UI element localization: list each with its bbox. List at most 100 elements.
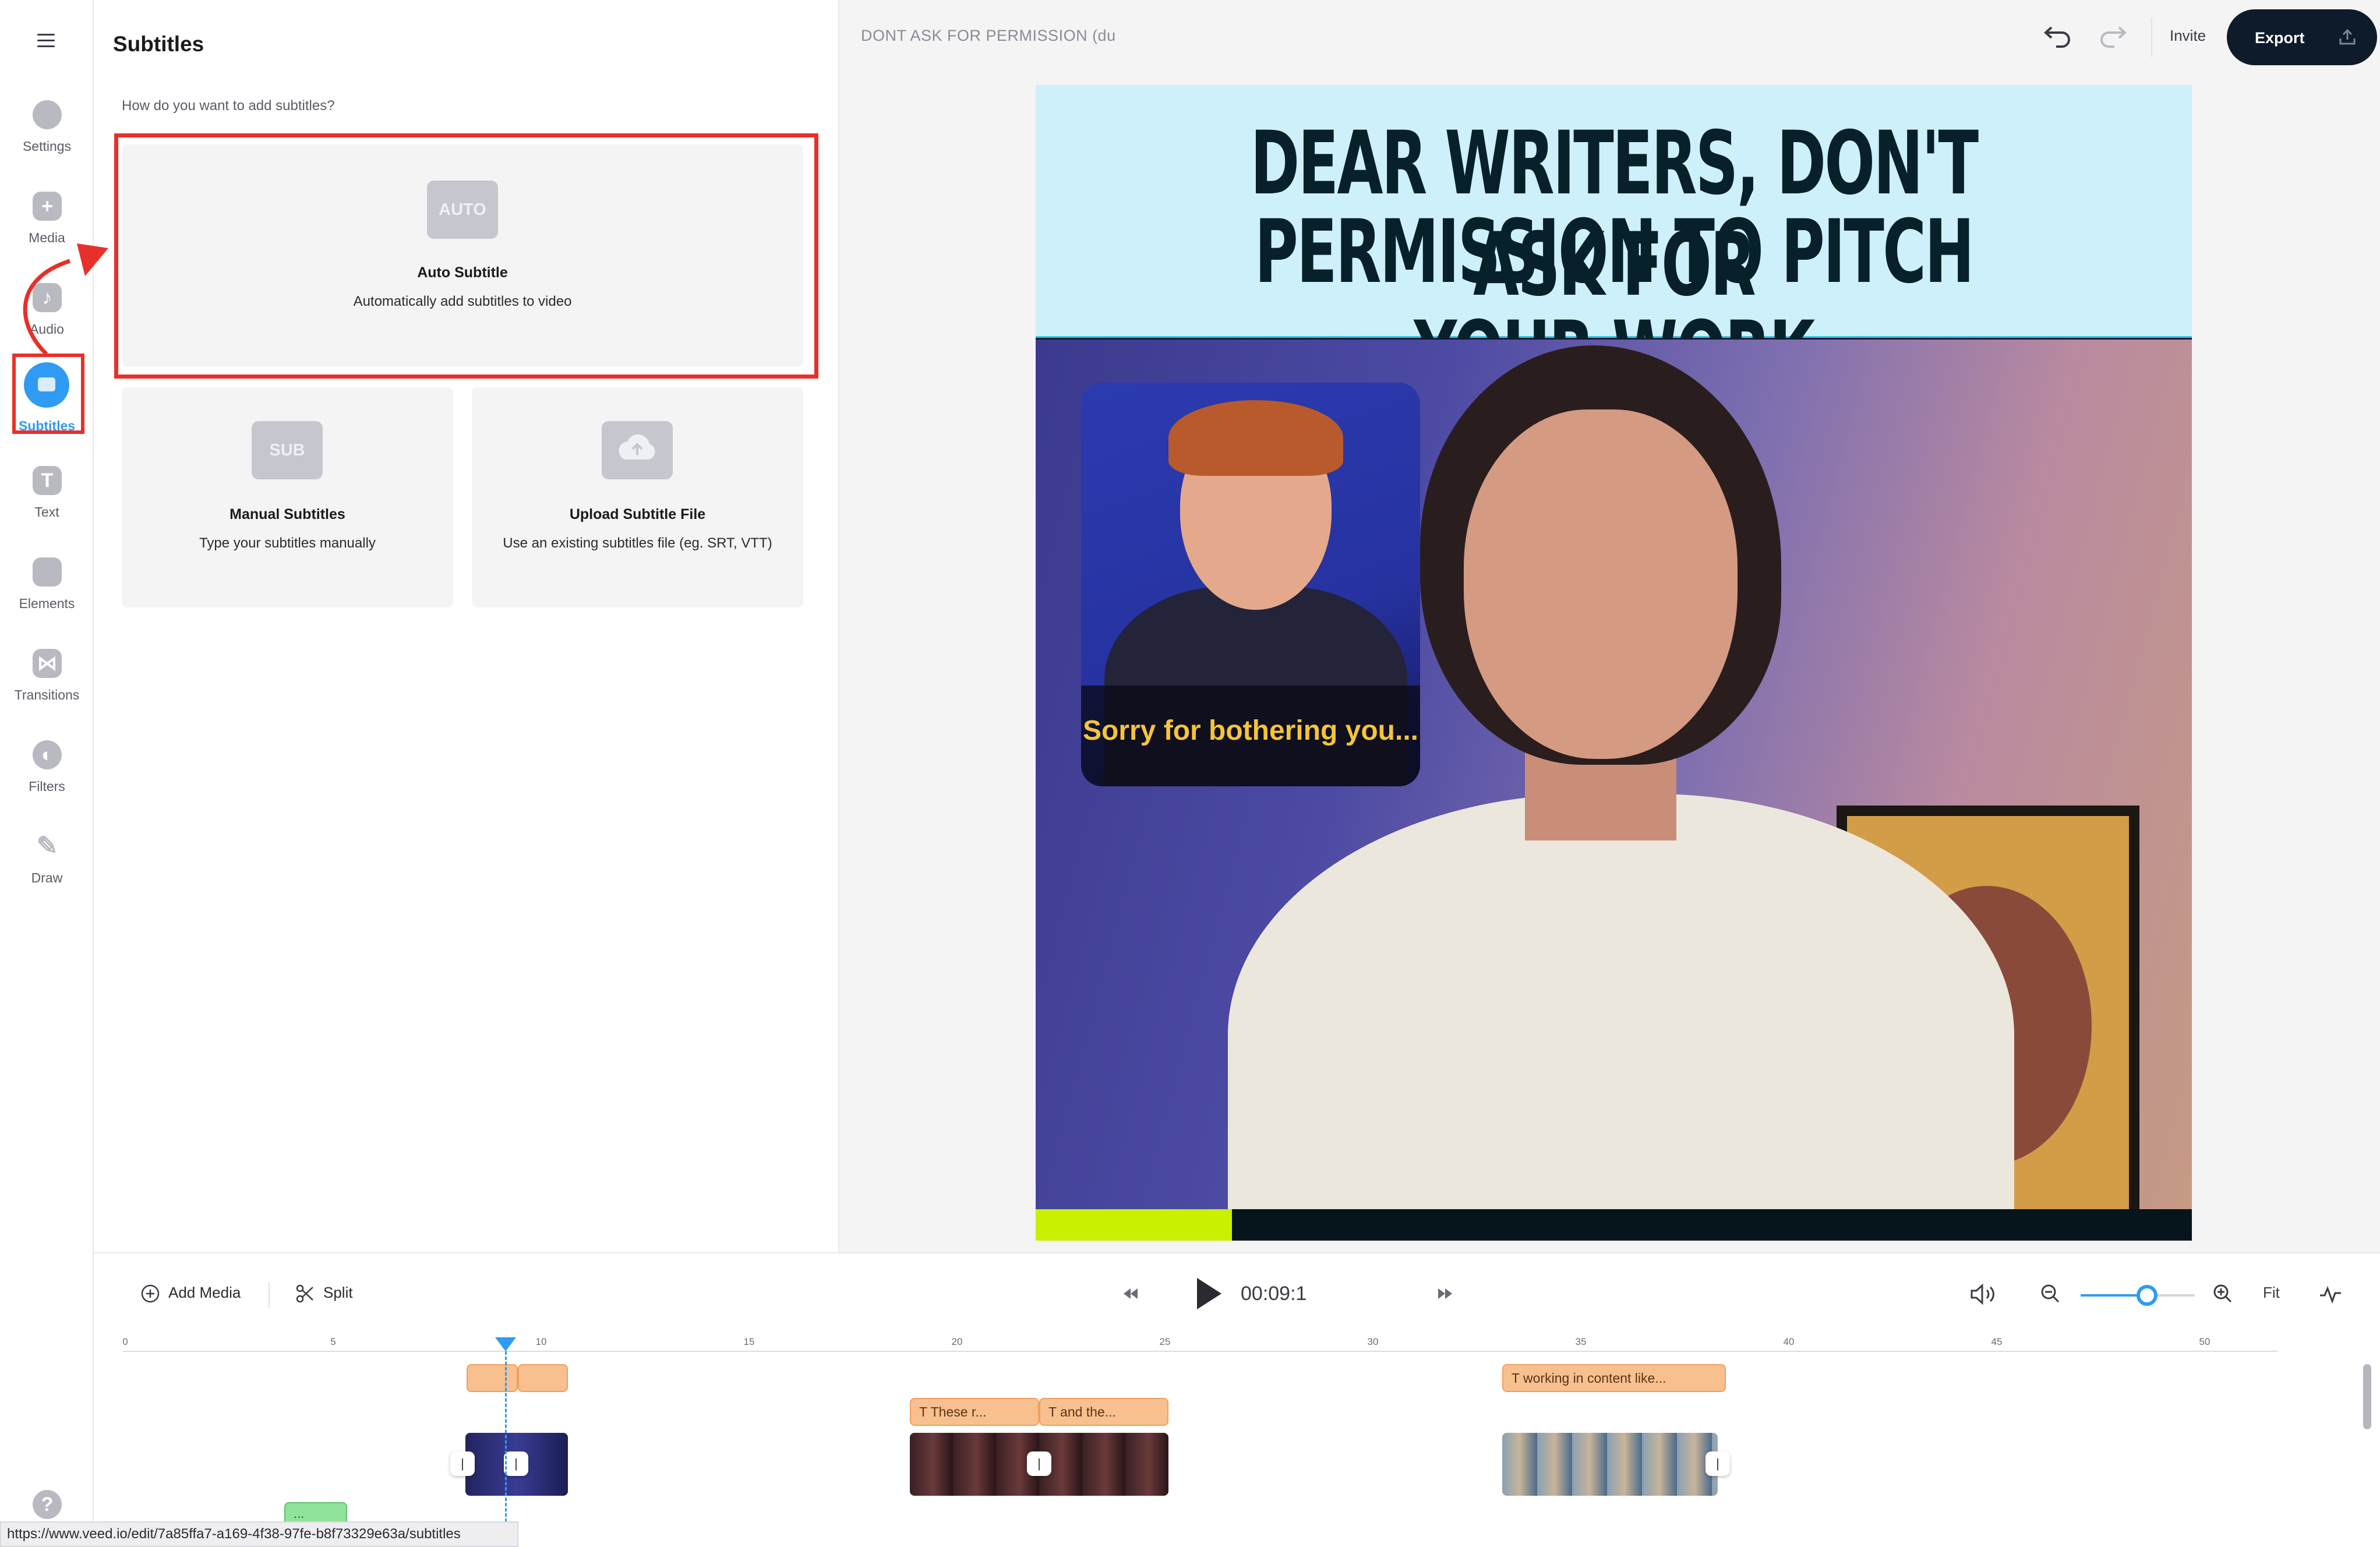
subtitles-highlight-box (12, 354, 84, 434)
export-button[interactable]: Export (2227, 9, 2377, 65)
volume-icon[interactable] (1968, 1281, 1998, 1307)
clip-trim-handle[interactable]: | (450, 1451, 475, 1476)
text-icon: T (33, 466, 62, 495)
upload-subtitle-card[interactable]: Upload Subtitle File Use an existing sub… (472, 387, 803, 608)
timeline: Add Media Split 00:09:1 Fit 0 5 10 15 20… (94, 1252, 2380, 1547)
plus-icon: + (33, 192, 62, 221)
playhead-handle[interactable] (495, 1337, 516, 1351)
text-icon: T (1048, 1404, 1061, 1419)
add-media-label: Add Media (168, 1284, 241, 1301)
zoom-slider[interactable] (2081, 1285, 2195, 1306)
gif-caption: Sorry for bothering you... (1082, 715, 1419, 746)
nav-label: Settings (22, 139, 72, 154)
play-icon[interactable] (1189, 1274, 1226, 1313)
redo-icon[interactable] (2097, 22, 2132, 51)
manual-subtitle-icon: SUB (252, 421, 323, 479)
ruler-label: 30 (1367, 1336, 1379, 1347)
skip-forward-icon[interactable] (1435, 1285, 1456, 1302)
timeline-scrollbar[interactable] (2363, 1364, 2371, 1429)
nav-label: Media (29, 230, 65, 245)
nav-label: Audio (30, 322, 64, 337)
project-title[interactable]: DONT ASK FOR PERMISSION (du (861, 27, 1116, 45)
fit-button[interactable]: Fit (2263, 1284, 2280, 1302)
gif-overlay[interactable]: Sorry for bothering you... (1081, 383, 1420, 786)
clip-trim-handle[interactable]: | (1705, 1451, 1730, 1476)
invite-button[interactable]: Invite (2170, 27, 2206, 45)
card-desc: Use an existing subtitles file (eg. SRT,… (503, 535, 772, 551)
main-video[interactable]: Sorry for bothering you... (1036, 340, 2192, 1209)
ruler-label: 15 (743, 1336, 755, 1347)
card-desc: Type your subtitles manually (199, 535, 376, 551)
nav-item-audio[interactable]: ♪ Audio (0, 276, 94, 358)
text-clip-label: working in content like... (1523, 1371, 1666, 1386)
zoom-out-icon[interactable] (2039, 1283, 2061, 1305)
nav-item-elements[interactable]: Elements (0, 550, 94, 632)
split-button[interactable]: Split (295, 1284, 353, 1304)
ruler-label: 50 (2199, 1336, 2210, 1347)
text-clip[interactable]: T working in content like... (1502, 1364, 1726, 1392)
add-media-button[interactable]: Add Media (140, 1284, 241, 1304)
nav-label: Text (34, 504, 59, 520)
filters-icon: ◐ (33, 740, 62, 769)
manual-subtitles-card[interactable]: SUB Manual Subtitles Type your subtitles… (122, 387, 453, 608)
nav-label: Elements (19, 596, 75, 611)
playhead-line (505, 1351, 507, 1547)
timeline-ruler[interactable] (123, 1351, 2278, 1352)
nav-label: Draw (31, 870, 63, 885)
clip-trim-handle[interactable]: | (504, 1451, 528, 1476)
ruler-label: 10 (535, 1336, 547, 1347)
add-circle-icon (141, 1284, 160, 1303)
zoom-in-icon[interactable] (2212, 1283, 2234, 1305)
text-clip[interactable] (518, 1364, 568, 1392)
text-clip[interactable] (467, 1364, 518, 1392)
ruler-label: 35 (1575, 1336, 1587, 1347)
ruler-label: 20 (951, 1336, 963, 1347)
pencil-icon: ✎ (36, 832, 58, 860)
video-canvas[interactable]: DEAR WRITERS, DON'T ASK FOR PERMISSION T… (1036, 85, 2192, 1241)
panel-question: How do you want to add subtitles? (122, 98, 335, 114)
undo-icon[interactable] (2039, 22, 2074, 51)
card-title: Manual Subtitles (229, 506, 345, 522)
title-band[interactable]: DEAR WRITERS, DON'T ASK FOR PERMISSION T… (1036, 85, 2192, 404)
upload-icon (2339, 29, 2356, 45)
ruler-label: 40 (1783, 1336, 1795, 1347)
video-progress-bar[interactable] (1036, 1209, 2192, 1241)
auto-subtitle-highlight-box (114, 133, 818, 379)
card-title: Upload Subtitle File (569, 506, 706, 522)
nav-item-settings[interactable]: Settings (0, 93, 94, 175)
text-clip[interactable]: T These r... (910, 1398, 1039, 1426)
text-icon: T (919, 1404, 931, 1419)
clip-trim-handle[interactable]: | (1027, 1451, 1051, 1476)
export-label: Export (2255, 29, 2305, 47)
text-icon: T (1512, 1371, 1524, 1386)
ruler-label: 25 (1159, 1336, 1171, 1347)
settings-icon (33, 100, 62, 129)
nav-item-text[interactable]: T Text (0, 459, 94, 541)
nav-item-media[interactable]: + Media (0, 185, 94, 266)
waveform-icon[interactable] (2319, 1283, 2342, 1306)
header-divider (2151, 17, 2152, 57)
nav-label: Transitions (14, 687, 80, 702)
text-clip-label: and the... (1060, 1404, 1116, 1419)
toolbar-divider (269, 1283, 270, 1308)
left-nav: Settings + Media ♪ Audio Subtitles T Tex… (0, 0, 94, 1547)
status-url: https://www.veed.io/edit/7a85ffa7-a169-4… (0, 1521, 518, 1547)
video-clip[interactable] (1502, 1433, 1718, 1496)
help-icon[interactable]: ? (33, 1490, 62, 1519)
elements-icon (33, 557, 62, 587)
skip-back-icon[interactable] (1120, 1285, 1141, 1302)
nav-item-transitions[interactable]: ⋈ Transitions (0, 642, 94, 723)
music-note-icon: ♪ (33, 283, 62, 312)
transitions-icon: ⋈ (33, 649, 62, 678)
ruler-label: 0 (122, 1336, 128, 1347)
gif-hair (1168, 400, 1343, 476)
text-clip[interactable]: T and the... (1039, 1398, 1168, 1426)
zoom-slider-thumb[interactable] (2136, 1285, 2157, 1306)
text-clip-label: These r... (930, 1404, 987, 1419)
hamburger-menu-icon[interactable] (37, 34, 55, 48)
cloud-upload-icon (602, 421, 673, 479)
nav-item-filters[interactable]: ◐ Filters (0, 733, 94, 815)
panel-title: Subtitles (113, 32, 204, 56)
video-progress-fill (1036, 1209, 1233, 1241)
nav-item-draw[interactable]: ✎ Draw (0, 825, 94, 906)
